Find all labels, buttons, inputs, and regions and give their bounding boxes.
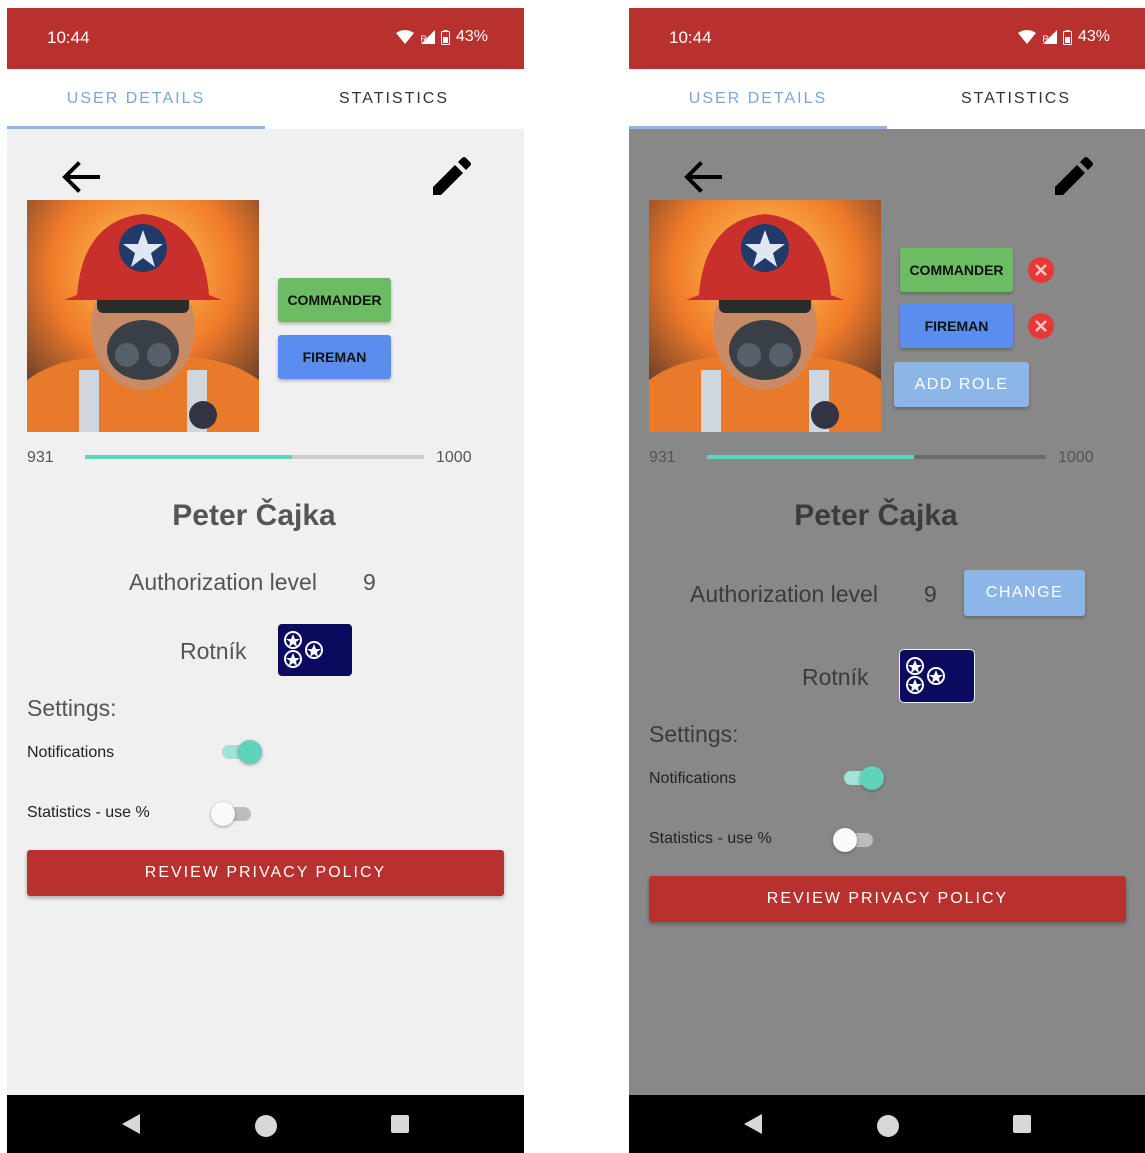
tab-bar: USER DETAILS STATISTICS <box>629 69 1145 129</box>
role-chip-commander[interactable]: COMMANDER <box>900 248 1013 292</box>
status-time: 10:44 <box>47 28 90 47</box>
setting-label-statistics-percent: Statistics - use % <box>27 804 150 821</box>
rank-name: Rotník <box>802 664 869 690</box>
status-time: 10:44 <box>669 28 712 47</box>
system-nav-bar <box>7 1095 524 1153</box>
recents-square-icon[interactable] <box>390 1114 410 1134</box>
role-chip-fireman[interactable]: FIREMAN <box>278 335 391 379</box>
xp-progress-bar <box>707 455 1046 459</box>
xp-current: 931 <box>27 449 54 466</box>
review-privacy-policy-button[interactable]: REVIEW PRIVACY POLICY <box>649 876 1126 922</box>
tab-bar: USER DETAILS STATISTICS <box>7 69 524 129</box>
add-role-button[interactable]: ADD ROLE <box>894 362 1029 407</box>
user-details-content: COMMANDER FIREMAN 931 1000 Peter Čajka A… <box>7 129 524 1095</box>
change-authorization-button[interactable]: CHANGE <box>964 570 1085 616</box>
status-bar: 10:44 R 43% <box>629 8 1145 69</box>
recents-square-icon[interactable] <box>1012 1114 1032 1134</box>
authorization-label: Authorization level <box>129 569 317 595</box>
status-icons: R 43% <box>1018 28 1110 46</box>
xp-progress-bar <box>85 455 424 459</box>
authorization-label: Authorization level <box>690 581 878 607</box>
setting-label-statistics-percent: Statistics - use % <box>649 830 772 847</box>
back-triangle-icon[interactable] <box>120 1114 140 1134</box>
home-circle-icon[interactable] <box>254 1114 278 1138</box>
xp-max: 1000 <box>1058 449 1094 466</box>
tab-user-details[interactable]: USER DETAILS <box>7 69 265 129</box>
rank-name: Rotník <box>180 638 247 664</box>
authorization-value: 9 <box>924 581 937 607</box>
battery-percent: 43% <box>1077 28 1110 45</box>
statistics-percent-toggle[interactable] <box>211 802 253 826</box>
settings-title: Settings: <box>649 721 739 747</box>
phone-screen-edit-mode: 10:44 R 43% USER DETAILS STATISTICS COMM… <box>629 8 1145 1153</box>
close-circle-icon[interactable] <box>1027 256 1055 284</box>
avatar <box>27 200 259 432</box>
status-bar: 10:44 R 43% <box>7 8 524 69</box>
tab-statistics[interactable]: STATISTICS <box>265 69 523 129</box>
rank-badge-icon <box>899 649 975 703</box>
xp-progress-fill <box>707 455 914 459</box>
signal-icon: R <box>420 30 435 44</box>
back-triangle-icon[interactable] <box>742 1114 762 1134</box>
review-privacy-policy-button[interactable]: REVIEW PRIVACY POLICY <box>27 850 504 896</box>
arrow-back-icon[interactable] <box>60 159 100 195</box>
avatar <box>649 200 881 432</box>
user-name: Peter Čajka <box>794 499 958 532</box>
pencil-icon[interactable] <box>429 155 473 197</box>
user-name: Peter Čajka <box>172 499 336 532</box>
pencil-icon[interactable] <box>1051 155 1095 197</box>
statistics-percent-toggle[interactable] <box>833 828 875 852</box>
xp-progress-fill <box>85 455 292 459</box>
role-chip-commander[interactable]: COMMANDER <box>278 278 391 322</box>
close-circle-icon[interactable] <box>1027 312 1055 340</box>
tab-statistics[interactable]: STATISTICS <box>887 69 1145 129</box>
setting-label-notifications: Notifications <box>649 770 737 787</box>
home-circle-icon[interactable] <box>876 1114 900 1138</box>
signal-icon: R <box>1042 30 1057 44</box>
battery-icon <box>1062 29 1072 45</box>
phone-screen-view-mode: 10:44 R 43% USER DETAILS STATISTICS COMM… <box>7 8 524 1153</box>
role-chip-fireman[interactable]: FIREMAN <box>900 304 1013 348</box>
xp-current: 931 <box>649 449 676 466</box>
xp-max: 1000 <box>436 449 472 466</box>
rank-badge-icon <box>277 623 353 677</box>
system-nav-bar <box>629 1095 1145 1153</box>
settings-title: Settings: <box>27 695 117 721</box>
battery-icon <box>440 29 450 45</box>
notifications-toggle[interactable] <box>842 766 884 790</box>
notifications-toggle[interactable] <box>220 740 262 764</box>
wifi-icon <box>1018 30 1037 44</box>
arrow-back-icon[interactable] <box>682 159 722 195</box>
authorization-value: 9 <box>363 569 376 595</box>
user-details-content-edit: COMMANDER FIREMAN ADD ROLE 931 1000 Pete… <box>629 129 1145 1095</box>
battery-percent: 43% <box>455 28 488 45</box>
setting-label-notifications: Notifications <box>27 744 115 761</box>
tab-user-details[interactable]: USER DETAILS <box>629 69 887 129</box>
status-icons: R 43% <box>396 28 488 46</box>
wifi-icon <box>396 30 415 44</box>
